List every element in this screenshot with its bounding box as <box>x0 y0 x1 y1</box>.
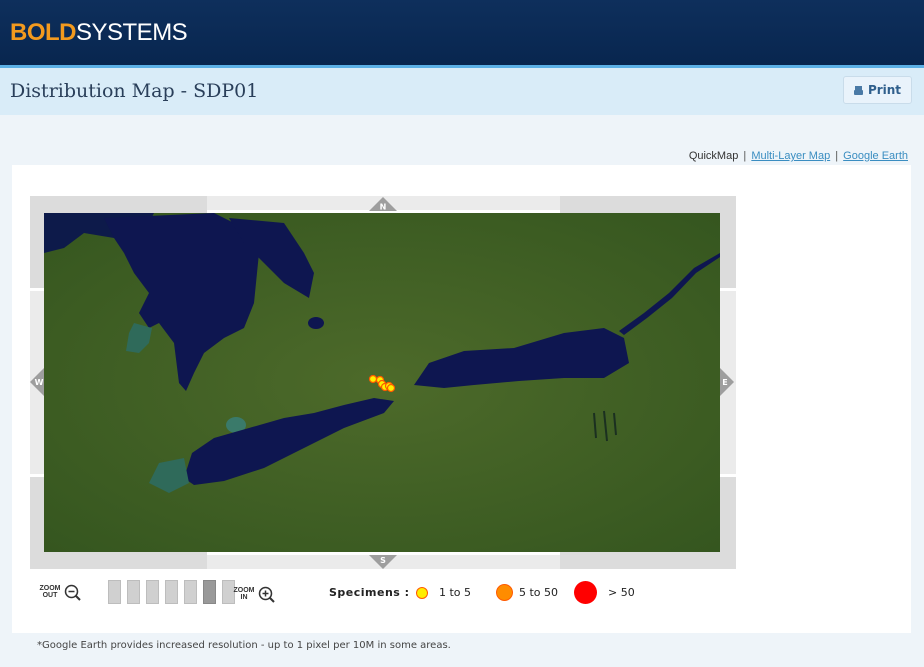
zoom-in-label: ZOOM IN <box>232 587 256 601</box>
print-label: Print <box>867 83 902 97</box>
west-arrow-icon: W <box>30 368 44 396</box>
legend-label-over-50: > 50 <box>608 586 635 599</box>
bold-systems-logo[interactable]: BOLDSYSTEMS <box>10 19 188 47</box>
zoom-out-label-line1: ZOOM <box>39 585 61 592</box>
north-label: N <box>380 203 387 212</box>
north-arrow-icon: N <box>369 197 397 211</box>
pan-east-button[interactable]: E <box>720 368 734 396</box>
east-arrow-icon: E <box>720 368 734 396</box>
page-title: Distribution Map - SDP01 <box>10 80 259 102</box>
legend-title: Specimens : <box>329 586 410 599</box>
south-arrow-icon: S <box>369 555 397 569</box>
satellite-map[interactable] <box>44 213 720 552</box>
map-panel: N S W E ZOOM OUT ZOOM IN Specimens : 1 t… <box>12 165 911 633</box>
legend-dot-medium <box>497 585 512 600</box>
separator: | <box>743 150 747 162</box>
printer-icon <box>853 85 863 95</box>
logo-bold: BOLD <box>10 19 77 46</box>
map-type-switcher: QuickMap | Multi-Layer Map | Google Eart… <box>689 150 908 162</box>
zoom-out-icon[interactable] <box>64 584 82 602</box>
pan-north-button[interactable]: N <box>369 197 397 211</box>
zoom-out-label-line2: OUT <box>42 592 58 599</box>
quickmap-current: QuickMap <box>688 150 739 162</box>
print-button[interactable]: Print <box>843 76 912 104</box>
map-svg <box>44 213 720 552</box>
zoom-level-step[interactable] <box>108 580 121 604</box>
zoom-level-step[interactable] <box>165 580 178 604</box>
zoom-level-step[interactable] <box>127 580 140 604</box>
title-bar: Distribution Map - SDP01 Print <box>0 68 924 115</box>
google-earth-link[interactable]: Google Earth <box>843 150 908 162</box>
legend-label-5-to-50: 5 to 50 <box>519 586 559 599</box>
footnote: *Google Earth provides increased resolut… <box>37 640 451 651</box>
west-label: W <box>35 378 44 387</box>
zoom-out-label: ZOOM OUT <box>38 585 62 599</box>
site-header: BOLDSYSTEMS <box>0 0 924 65</box>
zoom-control: ZOOM OUT ZOOM IN <box>38 577 288 607</box>
zoom-in-label-line1: ZOOM <box>233 587 255 594</box>
east-label: E <box>722 378 727 387</box>
zoom-in-label-line2: IN <box>240 594 248 601</box>
zoom-in-icon[interactable] <box>258 586 276 604</box>
specimen-point[interactable] <box>386 383 396 393</box>
legend-label-1-to-5: 1 to 5 <box>439 586 472 599</box>
specimen-legend: Specimens : 1 to 5 5 to 50 > 50 <box>329 578 669 608</box>
zoom-level-step[interactable] <box>184 580 197 604</box>
logo-systems: SYSTEMS <box>76 19 188 46</box>
zoom-level-step[interactable] <box>146 580 159 604</box>
multi-layer-map-link[interactable]: Multi-Layer Map <box>751 150 830 162</box>
map-frame: N S W E <box>30 196 736 569</box>
specimen-point[interactable] <box>368 374 378 384</box>
pan-south-button[interactable]: S <box>369 555 397 569</box>
separator: | <box>835 150 839 162</box>
south-label: S <box>380 556 386 565</box>
legend-dot-large <box>575 582 596 603</box>
zoom-level-step[interactable] <box>203 580 216 604</box>
legend-dot-small <box>417 588 427 598</box>
pan-west-button[interactable]: W <box>30 368 44 396</box>
lake-simcoe <box>308 317 324 329</box>
